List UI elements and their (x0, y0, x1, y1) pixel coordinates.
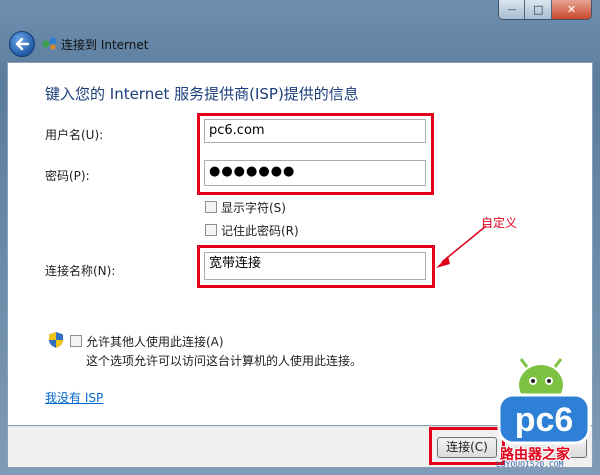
allow-others-label: 允许其他人使用此连接(A) (86, 335, 224, 349)
allow-others-description: 这个选项允许可以访问这台计算机的人使用此连接。 (86, 354, 363, 368)
no-isp-link[interactable]: 我没有 ISP (45, 389, 103, 406)
minimize-icon: — (507, 4, 517, 15)
watermark-brand: pc6 (515, 401, 574, 439)
title-bar: — □ ✕ 连接到 Internet (0, 0, 600, 62)
allow-others-checkbox[interactable] (70, 335, 82, 347)
uac-shield-icon (49, 332, 63, 348)
show-chars-checkbox[interactable] (205, 201, 217, 213)
password-label: 密码(P): (45, 169, 90, 183)
window-title: 连接到 Internet (61, 38, 149, 52)
connection-name-label: 连接名称(N): (45, 264, 116, 278)
close-icon: ✕ (566, 3, 577, 16)
back-button[interactable] (9, 31, 35, 57)
window-controls: — □ ✕ (498, 0, 592, 20)
watermark-site-url: LUYOUQI520.COM (496, 460, 564, 469)
back-arrow-icon (15, 38, 29, 50)
maximize-icon: □ (532, 3, 544, 16)
remember-password-label: 记住此密码(R) (221, 224, 299, 238)
close-button[interactable]: ✕ (551, 0, 591, 19)
maximize-button[interactable]: □ (525, 0, 552, 19)
username-label: 用户名(U): (45, 128, 104, 142)
annotation-arrow-icon (436, 225, 487, 268)
minimize-button[interactable]: — (499, 0, 526, 19)
credentials-highlight-box (197, 113, 434, 195)
remember-password-checkbox[interactable] (205, 224, 217, 236)
show-chars-label: 显示字符(S) (221, 201, 286, 215)
page-title: 键入您的 Internet 服务提供商(ISP)提供的信息 (45, 85, 359, 103)
network-connection-icon (42, 37, 57, 50)
connection-name-highlight-box (197, 245, 435, 288)
